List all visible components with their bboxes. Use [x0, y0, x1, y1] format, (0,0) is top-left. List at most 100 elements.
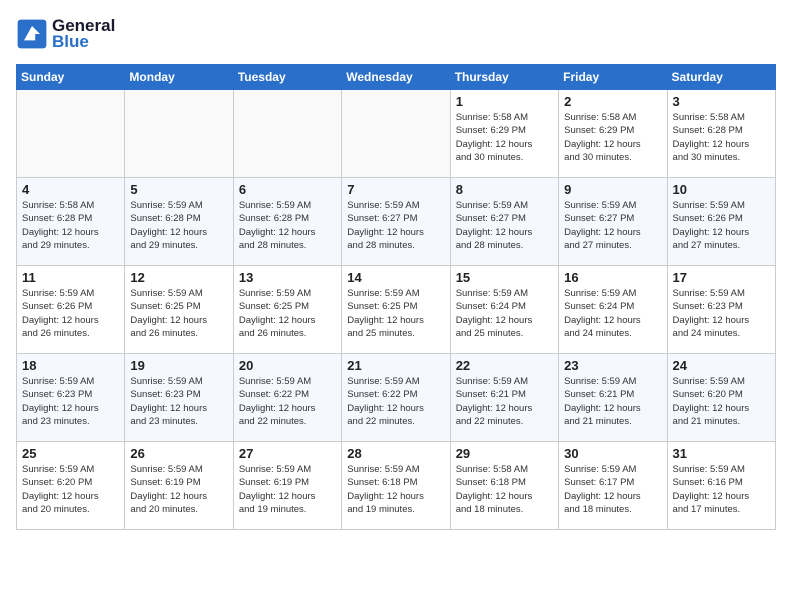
day-info: Sunrise: 5:59 AM Sunset: 6:19 PM Dayligh…	[130, 463, 227, 516]
day-number: 16	[564, 270, 661, 285]
day-number: 8	[456, 182, 553, 197]
calendar-cell: 14 Sunrise: 5:59 AM Sunset: 6:25 PM Dayli…	[342, 266, 450, 354]
calendar-cell: 25 Sunrise: 5:59 AM Sunset: 6:20 PM Dayli…	[17, 442, 125, 530]
calendar-cell: 26 Sunrise: 5:59 AM Sunset: 6:19 PM Dayli…	[125, 442, 233, 530]
day-info: Sunrise: 5:59 AM Sunset: 6:20 PM Dayligh…	[22, 463, 119, 516]
day-number: 14	[347, 270, 444, 285]
day-info: Sunrise: 5:59 AM Sunset: 6:20 PM Dayligh…	[673, 375, 770, 428]
day-number: 31	[673, 446, 770, 461]
day-number: 23	[564, 358, 661, 373]
calendar-cell: 4 Sunrise: 5:58 AM Sunset: 6:28 PM Daylig…	[17, 178, 125, 266]
calendar-cell	[342, 90, 450, 178]
calendar-cell: 30 Sunrise: 5:59 AM Sunset: 6:17 PM Dayli…	[559, 442, 667, 530]
calendar-cell: 2 Sunrise: 5:58 AM Sunset: 6:29 PM Daylig…	[559, 90, 667, 178]
day-number: 13	[239, 270, 336, 285]
day-number: 30	[564, 446, 661, 461]
day-info: Sunrise: 5:59 AM Sunset: 6:16 PM Dayligh…	[673, 463, 770, 516]
day-number: 4	[22, 182, 119, 197]
day-info: Sunrise: 5:58 AM Sunset: 6:29 PM Dayligh…	[456, 111, 553, 164]
day-number: 26	[130, 446, 227, 461]
day-number: 12	[130, 270, 227, 285]
day-number: 29	[456, 446, 553, 461]
day-number: 25	[22, 446, 119, 461]
calendar-cell: 17 Sunrise: 5:59 AM Sunset: 6:23 PM Dayli…	[667, 266, 775, 354]
day-info: Sunrise: 5:59 AM Sunset: 6:28 PM Dayligh…	[239, 199, 336, 252]
day-number: 7	[347, 182, 444, 197]
calendar-cell: 12 Sunrise: 5:59 AM Sunset: 6:25 PM Dayli…	[125, 266, 233, 354]
day-info: Sunrise: 5:58 AM Sunset: 6:18 PM Dayligh…	[456, 463, 553, 516]
day-number: 2	[564, 94, 661, 109]
calendar-cell: 11Sunrise: 5:59 AM Sunset: 6:26 PM Dayli…	[17, 266, 125, 354]
calendar-cell: 8 Sunrise: 5:59 AM Sunset: 6:27 PM Daylig…	[450, 178, 558, 266]
day-info: Sunrise: 5:59 AM Sunset: 6:27 PM Dayligh…	[456, 199, 553, 252]
calendar-cell: 24 Sunrise: 5:59 AM Sunset: 6:20 PM Dayli…	[667, 354, 775, 442]
calendar-cell: 29 Sunrise: 5:58 AM Sunset: 6:18 PM Dayli…	[450, 442, 558, 530]
col-header-sunday: Sunday	[17, 65, 125, 90]
day-number: 19	[130, 358, 227, 373]
calendar-cell: 21Sunrise: 5:59 AM Sunset: 6:22 PM Dayli…	[342, 354, 450, 442]
day-number: 20	[239, 358, 336, 373]
col-header-tuesday: Tuesday	[233, 65, 341, 90]
col-header-saturday: Saturday	[667, 65, 775, 90]
logo-icon	[16, 18, 48, 50]
day-info: Sunrise: 5:59 AM Sunset: 6:25 PM Dayligh…	[347, 287, 444, 340]
day-info: Sunrise: 5:59 AM Sunset: 6:23 PM Dayligh…	[673, 287, 770, 340]
col-header-thursday: Thursday	[450, 65, 558, 90]
day-number: 5	[130, 182, 227, 197]
day-number: 17	[673, 270, 770, 285]
day-number: 9	[564, 182, 661, 197]
day-info: Sunrise: 5:59 AM Sunset: 6:27 PM Dayligh…	[347, 199, 444, 252]
calendar-cell	[125, 90, 233, 178]
col-header-friday: Friday	[559, 65, 667, 90]
day-info: Sunrise: 5:58 AM Sunset: 6:28 PM Dayligh…	[22, 199, 119, 252]
day-number: 24	[673, 358, 770, 373]
day-info: Sunrise: 5:59 AM Sunset: 6:23 PM Dayligh…	[22, 375, 119, 428]
calendar-week-row: 18Sunrise: 5:59 AM Sunset: 6:23 PM Dayli…	[17, 354, 776, 442]
page-header: General Blue	[16, 16, 776, 52]
day-number: 1	[456, 94, 553, 109]
day-info: Sunrise: 5:59 AM Sunset: 6:24 PM Dayligh…	[564, 287, 661, 340]
calendar-week-row: 25 Sunrise: 5:59 AM Sunset: 6:20 PM Dayli…	[17, 442, 776, 530]
day-number: 28	[347, 446, 444, 461]
calendar-cell: 18Sunrise: 5:59 AM Sunset: 6:23 PM Dayli…	[17, 354, 125, 442]
day-number: 27	[239, 446, 336, 461]
day-info: Sunrise: 5:59 AM Sunset: 6:21 PM Dayligh…	[456, 375, 553, 428]
day-number: 3	[673, 94, 770, 109]
calendar-cell: 23Sunrise: 5:59 AM Sunset: 6:21 PM Dayli…	[559, 354, 667, 442]
day-info: Sunrise: 5:59 AM Sunset: 6:22 PM Dayligh…	[239, 375, 336, 428]
calendar-cell: 16 Sunrise: 5:59 AM Sunset: 6:24 PM Dayli…	[559, 266, 667, 354]
day-number: 22	[456, 358, 553, 373]
day-info: Sunrise: 5:58 AM Sunset: 6:28 PM Dayligh…	[673, 111, 770, 164]
calendar-week-row: 1 Sunrise: 5:58 AM Sunset: 6:29 PM Daylig…	[17, 90, 776, 178]
calendar-cell: 5 Sunrise: 5:59 AM Sunset: 6:28 PM Daylig…	[125, 178, 233, 266]
calendar-cell: 27 Sunrise: 5:59 AM Sunset: 6:19 PM Dayli…	[233, 442, 341, 530]
col-header-monday: Monday	[125, 65, 233, 90]
calendar-cell: 3 Sunrise: 5:58 AM Sunset: 6:28 PM Daylig…	[667, 90, 775, 178]
day-number: 21	[347, 358, 444, 373]
calendar-cell: 19Sunrise: 5:59 AM Sunset: 6:23 PM Dayli…	[125, 354, 233, 442]
calendar-cell: 6 Sunrise: 5:59 AM Sunset: 6:28 PM Daylig…	[233, 178, 341, 266]
day-info: Sunrise: 5:59 AM Sunset: 6:28 PM Dayligh…	[130, 199, 227, 252]
day-info: Sunrise: 5:59 AM Sunset: 6:25 PM Dayligh…	[130, 287, 227, 340]
day-number: 6	[239, 182, 336, 197]
calendar-cell: 20 Sunrise: 5:59 AM Sunset: 6:22 PM Dayli…	[233, 354, 341, 442]
col-header-wednesday: Wednesday	[342, 65, 450, 90]
calendar-cell: 31 Sunrise: 5:59 AM Sunset: 6:16 PM Dayli…	[667, 442, 775, 530]
day-number: 10	[673, 182, 770, 197]
day-info: Sunrise: 5:59 AM Sunset: 6:17 PM Dayligh…	[564, 463, 661, 516]
day-info: Sunrise: 5:59 AM Sunset: 6:19 PM Dayligh…	[239, 463, 336, 516]
day-info: Sunrise: 5:59 AM Sunset: 6:26 PM Dayligh…	[673, 199, 770, 252]
day-info: Sunrise: 5:59 AM Sunset: 6:26 PM Dayligh…	[22, 287, 119, 340]
calendar-week-row: 11Sunrise: 5:59 AM Sunset: 6:26 PM Dayli…	[17, 266, 776, 354]
day-info: Sunrise: 5:58 AM Sunset: 6:29 PM Dayligh…	[564, 111, 661, 164]
calendar-cell: 9 Sunrise: 5:59 AM Sunset: 6:27 PM Daylig…	[559, 178, 667, 266]
calendar-cell	[233, 90, 341, 178]
calendar-week-row: 4 Sunrise: 5:58 AM Sunset: 6:28 PM Daylig…	[17, 178, 776, 266]
day-info: Sunrise: 5:59 AM Sunset: 6:18 PM Dayligh…	[347, 463, 444, 516]
day-number: 15	[456, 270, 553, 285]
day-info: Sunrise: 5:59 AM Sunset: 6:27 PM Dayligh…	[564, 199, 661, 252]
day-info: Sunrise: 5:59 AM Sunset: 6:24 PM Dayligh…	[456, 287, 553, 340]
calendar-cell: 22 Sunrise: 5:59 AM Sunset: 6:21 PM Dayli…	[450, 354, 558, 442]
calendar-cell: 1 Sunrise: 5:58 AM Sunset: 6:29 PM Daylig…	[450, 90, 558, 178]
calendar-cell: 15 Sunrise: 5:59 AM Sunset: 6:24 PM Dayli…	[450, 266, 558, 354]
